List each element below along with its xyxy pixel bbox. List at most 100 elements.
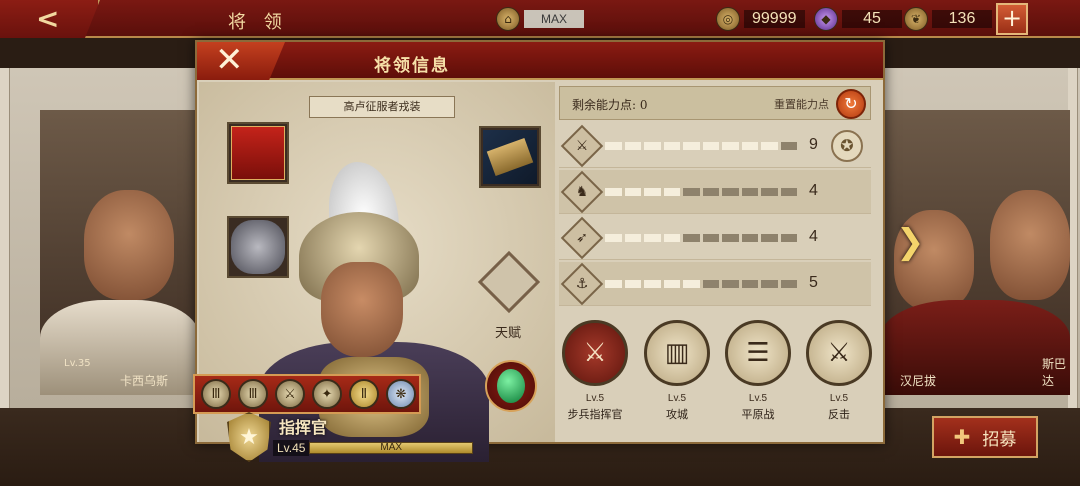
talent-icon xyxy=(477,250,541,314)
stat-value: 4 xyxy=(809,228,818,245)
stat-segment xyxy=(605,280,622,288)
badge-icon[interactable]: Ⅱ xyxy=(349,379,379,409)
stat-segment xyxy=(605,234,622,242)
stat-segment xyxy=(722,280,739,288)
general-info-modal: ✕ 将领信息 高卢征服者戎装 天赋 Ⅲ Ⅲ ⚔ ✦ Ⅱ ❋ ★ 指挥官 Lv.4… xyxy=(193,40,885,462)
stat-segment xyxy=(741,142,758,150)
pillar xyxy=(0,68,10,408)
stat-segment xyxy=(702,142,719,150)
modal-title: 将领信息 xyxy=(374,56,450,76)
refresh-icon: ↻ xyxy=(844,94,858,113)
scroll-icon xyxy=(483,130,537,184)
stat-segment xyxy=(780,188,797,196)
stat-segment xyxy=(761,280,778,288)
next-hero-arrow-icon[interactable]: ❯ xyxy=(896,222,925,262)
stat-segment xyxy=(722,234,739,242)
stat-row-cavalry: ♞ 4 xyxy=(559,170,871,214)
stat-bar xyxy=(605,188,797,196)
stat-segment xyxy=(683,142,700,150)
wheat-icon: ❦ xyxy=(904,7,928,31)
badge-icon[interactable]: ⚔ xyxy=(275,379,305,409)
siege-wall-icon: ▥ xyxy=(644,320,710,386)
stat-segment xyxy=(644,142,661,150)
stat-segment xyxy=(741,188,758,196)
stat-segment xyxy=(761,142,778,150)
stat-segment xyxy=(780,280,797,288)
skill-siege[interactable]: ▥ Lv.5 攻城 xyxy=(641,320,713,422)
badge-icon[interactable]: Ⅲ xyxy=(238,379,268,409)
skill-counterattack[interactable]: ⚔ Lv.5 反击 xyxy=(803,320,875,422)
stat-segment xyxy=(663,142,680,150)
stat-value: 4 xyxy=(809,182,818,199)
skill-infantry-commander[interactable]: ⚔ Lv.5 步兵指挥官 xyxy=(559,320,631,422)
stat-segment xyxy=(761,234,778,242)
stat-segment xyxy=(722,188,739,196)
skill-name: 步兵指挥官 xyxy=(567,408,623,421)
stat-segment xyxy=(741,280,758,288)
emerald-icon xyxy=(497,369,525,403)
skill-name: 平原战 xyxy=(741,408,775,421)
coins-counter[interactable]: ◎ 99999 xyxy=(716,7,805,31)
general-face xyxy=(321,262,403,357)
badge-icon[interactable]: ✦ xyxy=(312,379,342,409)
hero-portrait xyxy=(990,190,1070,300)
skin-label[interactable]: 高卢征服者戎装 xyxy=(309,96,455,118)
remaining-points: 剩余能力点: 0 xyxy=(572,98,648,112)
stat-segment xyxy=(702,188,719,196)
stat-segment xyxy=(644,188,661,196)
stat-segment xyxy=(683,280,700,288)
stat-segment xyxy=(624,142,641,150)
stat-segment xyxy=(683,188,700,196)
level-label: Lv.45 xyxy=(273,440,310,456)
skill-plains-battle[interactable]: ☰ Lv.5 平原战 xyxy=(722,320,794,422)
food-counter[interactable]: ❦ 136 xyxy=(904,7,992,31)
crossed-swords-icon: ⚔ xyxy=(562,320,628,386)
skill-level: Lv.5 xyxy=(663,393,691,404)
sword-icon: ⚔ xyxy=(560,124,604,168)
skill-level: Lv.5 xyxy=(744,393,772,404)
reset-label: 重置能力点 xyxy=(774,98,829,111)
gem-slot[interactable] xyxy=(485,360,537,412)
badge-icon[interactable]: ❋ xyxy=(386,379,416,409)
gem-icon: ◆ xyxy=(814,7,838,31)
recruit-button[interactable]: ✚ 招募 xyxy=(932,416,1038,458)
stat-segment xyxy=(605,142,622,150)
rank-name: 指挥官 xyxy=(279,418,328,437)
stat-row-infantry: ⚔ 9 ✪ xyxy=(559,124,871,168)
stat-segment xyxy=(702,280,719,288)
modal-header: ✕ 将领信息 xyxy=(197,42,883,80)
talent-label: 天赋 xyxy=(495,326,522,341)
stat-row-naval: ⚓ 5 xyxy=(559,262,871,306)
stat-segment xyxy=(663,280,680,288)
stat-segment xyxy=(780,142,797,150)
hero-card-cassius[interactable]: Lv.35 卡西乌斯 xyxy=(40,110,200,395)
back-arrow-icon: < xyxy=(36,2,60,35)
stat-segment xyxy=(683,234,700,242)
badge-icon[interactable]: Ⅲ xyxy=(201,379,231,409)
recruit-label: 招募 xyxy=(982,429,1017,450)
stat-bar xyxy=(605,142,797,150)
stat-segment xyxy=(780,234,797,242)
stat-value: 9 xyxy=(809,136,818,153)
level-bar: MAX xyxy=(309,442,473,454)
coin-icon: ◎ xyxy=(716,7,740,31)
back-button[interactable]: < xyxy=(0,0,100,38)
stat-bar xyxy=(605,234,797,242)
skill-level: Lv.5 xyxy=(825,393,853,404)
stat-segment xyxy=(663,234,680,242)
equip-slot-scroll[interactable] xyxy=(479,126,541,188)
gems-counter[interactable]: ◆ 45 xyxy=(814,7,902,31)
horse-icon: ♞ xyxy=(560,170,604,214)
stat-segment xyxy=(644,280,661,288)
anchor-icon: ⚓ xyxy=(560,262,604,306)
building-level[interactable]: ⌂ MAX xyxy=(496,7,584,31)
plains-icon: ☰ xyxy=(725,320,791,386)
hero-name: 卡西乌斯 xyxy=(120,374,169,388)
add-resource-button[interactable]: + xyxy=(996,3,1028,35)
reset-points-button[interactable]: ↻ xyxy=(836,89,866,119)
talent-button[interactable] xyxy=(477,250,541,314)
laurel-star-icon[interactable]: ✪ xyxy=(831,130,863,162)
hero-portrait xyxy=(84,190,174,300)
ability-points-row: 剩余能力点: 0 重置能力点 ↻ xyxy=(559,86,871,120)
general-portrait-area: 高卢征服者戎装 天赋 Ⅲ Ⅲ ⚔ ✦ Ⅱ ❋ ★ 指挥官 Lv.45 MAX xyxy=(193,82,555,462)
